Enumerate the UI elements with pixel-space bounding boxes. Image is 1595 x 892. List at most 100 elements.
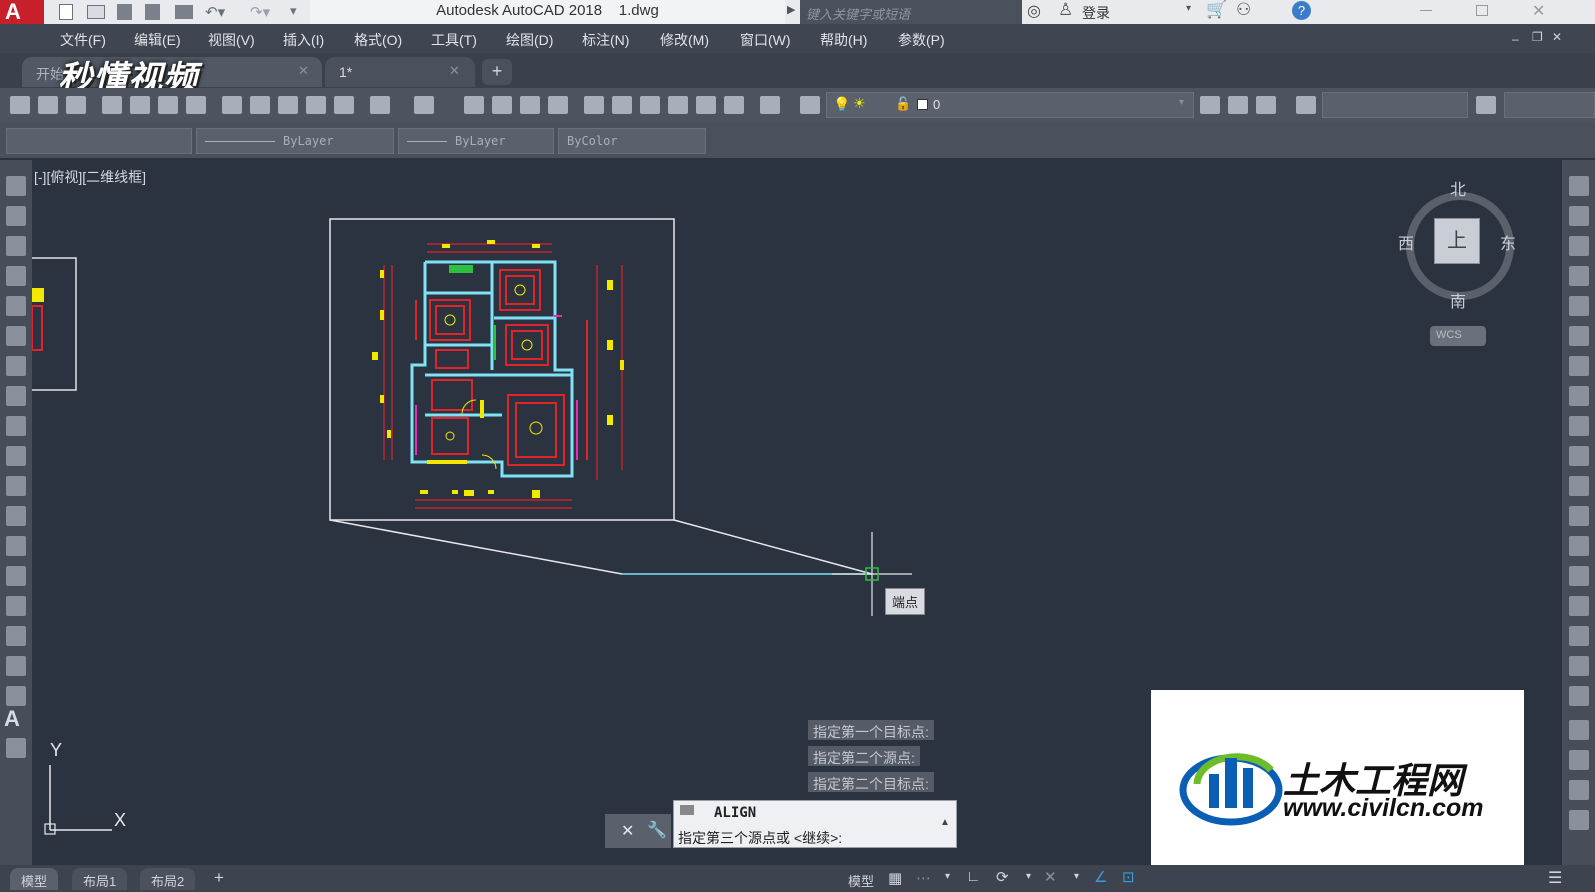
menu-file[interactable]: 文件(F) xyxy=(60,30,106,50)
stretch-tool-icon[interactable] xyxy=(1569,416,1589,436)
lineweight-dropdown[interactable]: ByLayer xyxy=(398,128,554,154)
cart-icon[interactable]: 🛒 xyxy=(1206,0,1227,20)
fillet-tool-icon[interactable] xyxy=(1569,626,1589,646)
save-toolbar-icon[interactable] xyxy=(66,96,86,114)
tab-document-close-icon[interactable]: ✕ xyxy=(449,63,460,79)
explode-tool-icon[interactable] xyxy=(1569,686,1589,706)
zoom-window-icon[interactable] xyxy=(520,96,540,114)
pan-icon[interactable] xyxy=(464,96,484,114)
customize-status-icon[interactable]: ☰ xyxy=(1548,868,1562,888)
line-tool-icon[interactable] xyxy=(6,176,26,196)
viewcube[interactable]: 上 北 南 西 东 WCS xyxy=(1392,170,1532,350)
mirror-tool-icon[interactable] xyxy=(1569,236,1589,256)
calculator-icon[interactable] xyxy=(724,96,744,114)
tab-model[interactable]: 模型 xyxy=(10,868,59,890)
command-history-toggle-icon[interactable]: ▲ xyxy=(940,817,950,828)
trim-tool-icon[interactable] xyxy=(1569,446,1589,466)
viewcube-east[interactable]: 东 xyxy=(1500,230,1516,254)
plot-icon[interactable] xyxy=(102,96,122,114)
login-link[interactable]: 登录 xyxy=(1082,3,1110,23)
sheet-set-icon[interactable] xyxy=(668,96,688,114)
markup-icon[interactable] xyxy=(696,96,716,114)
text-style-icon[interactable] xyxy=(1296,96,1316,114)
ellipse-tool-icon[interactable] xyxy=(6,446,26,466)
move-tool-icon[interactable] xyxy=(1569,326,1589,346)
menu-format[interactable]: 格式(O) xyxy=(354,30,402,50)
add-layout-button[interactable]: + xyxy=(214,868,224,888)
draworder-front-icon[interactable] xyxy=(1569,720,1589,740)
menu-help[interactable]: 帮助(H) xyxy=(820,30,867,50)
3d-print-icon[interactable] xyxy=(186,96,206,114)
command-close-icon[interactable]: ✕ xyxy=(621,821,634,841)
block-editor-icon[interactable] xyxy=(334,96,354,114)
menu-window[interactable]: 窗口(W) xyxy=(740,30,791,50)
table-tool-icon[interactable] xyxy=(6,686,26,706)
make-block-icon[interactable] xyxy=(6,536,26,556)
linetype-dropdown[interactable]: ByLayer xyxy=(196,128,394,154)
copy-icon[interactable] xyxy=(250,96,270,114)
blend-tool-icon[interactable] xyxy=(1569,656,1589,676)
scale-tool-icon[interactable] xyxy=(1569,386,1589,406)
zoom-realtime-icon[interactable] xyxy=(492,96,512,114)
menu-tools[interactable]: 工具(T) xyxy=(431,30,477,50)
menu-edit[interactable]: 编辑(E) xyxy=(134,30,181,50)
polar-tracking-icon[interactable]: ⟳ xyxy=(996,868,1009,886)
login-dropdown-icon[interactable]: ▾ xyxy=(1186,3,1191,14)
layer-previous-icon[interactable] xyxy=(1228,96,1248,114)
binoculars-icon[interactable]: ◎ xyxy=(1027,1,1041,21)
search-input[interactable]: 键入关键字或短语 xyxy=(800,0,1022,24)
menu-modify[interactable]: 修改(M) xyxy=(660,30,709,50)
layer-properties-icon[interactable] xyxy=(800,96,820,114)
add-selected-icon[interactable] xyxy=(6,738,26,758)
erase-tool-icon[interactable] xyxy=(1569,176,1589,196)
saveas-icon[interactable] xyxy=(145,4,160,20)
layer-states-icon[interactable] xyxy=(1256,96,1276,114)
new-file-icon[interactable] xyxy=(59,4,73,20)
hatch-tool-icon[interactable] xyxy=(6,596,26,616)
region-tool-icon[interactable] xyxy=(6,656,26,676)
print-icon[interactable] xyxy=(175,5,193,19)
open-file-icon[interactable] xyxy=(87,5,105,19)
user-icon[interactable]: ♙ xyxy=(1058,0,1073,20)
polar-dropdown-icon[interactable]: ▾ xyxy=(1026,871,1031,882)
snap-dropdown-icon[interactable]: ▾ xyxy=(945,871,950,882)
customize-qat-icon[interactable]: ▾ xyxy=(290,3,297,19)
restore-window-icon[interactable] xyxy=(1476,5,1488,16)
redo-toolbar-icon[interactable] xyxy=(414,96,434,114)
array-tool-icon[interactable] xyxy=(1569,296,1589,316)
extend-tool-icon[interactable] xyxy=(1569,476,1589,496)
mtext-tool-icon[interactable]: A xyxy=(4,706,20,732)
matchprop-icon[interactable] xyxy=(306,96,326,114)
dimstyle-icon[interactable] xyxy=(1476,96,1496,114)
construction-line-icon[interactable] xyxy=(6,206,26,226)
point-tool-icon[interactable] xyxy=(6,566,26,586)
command-line-handle[interactable]: ✕ 🔧 xyxy=(605,814,671,848)
help-icon[interactable]: ? xyxy=(1292,1,1311,20)
autocad-logo-icon[interactable]: A xyxy=(0,0,44,24)
doc-close-icon[interactable]: ✕ xyxy=(1552,30,1562,44)
join-tool-icon[interactable] xyxy=(1569,566,1589,586)
a360-icon[interactable]: ⚇ xyxy=(1236,0,1251,20)
arc-tool-icon[interactable] xyxy=(6,326,26,346)
new-tab-button[interactable]: + xyxy=(482,59,512,85)
isodraft-dropdown-icon[interactable]: ▾ xyxy=(1074,871,1079,882)
doc-restore-icon[interactable]: ❐ xyxy=(1532,30,1543,44)
revcloud-tool-icon[interactable] xyxy=(6,386,26,406)
model-space-button[interactable]: 模型 xyxy=(848,871,874,890)
draworder-under-icon[interactable] xyxy=(1569,810,1589,830)
tab-start-close-icon[interactable]: ✕ xyxy=(298,63,309,79)
plotstyle-dropdown[interactable]: ByColor xyxy=(558,128,706,154)
text-style-dropdown[interactable] xyxy=(1322,92,1468,118)
tab-layout1[interactable]: 布局1 xyxy=(72,868,128,890)
properties-icon[interactable] xyxy=(584,96,604,114)
copy-tool-icon[interactable] xyxy=(1569,206,1589,226)
command-line[interactable]: ✕ 🔧 ALIGN 指定第三个源点或 <继续>: ▲ xyxy=(605,800,957,848)
undo-toolbar-icon[interactable] xyxy=(370,96,390,114)
grid-display-icon[interactable]: ▦ xyxy=(888,869,902,887)
redo-icon[interactable]: ↷▾ xyxy=(250,3,270,21)
color-dropdown[interactable] xyxy=(6,128,192,154)
undo-icon[interactable]: ↶▾ xyxy=(205,3,225,21)
menu-dimension[interactable]: 标注(N) xyxy=(582,30,629,50)
publish-icon[interactable] xyxy=(158,96,178,114)
isodraft-icon[interactable]: ✕ xyxy=(1044,868,1057,886)
